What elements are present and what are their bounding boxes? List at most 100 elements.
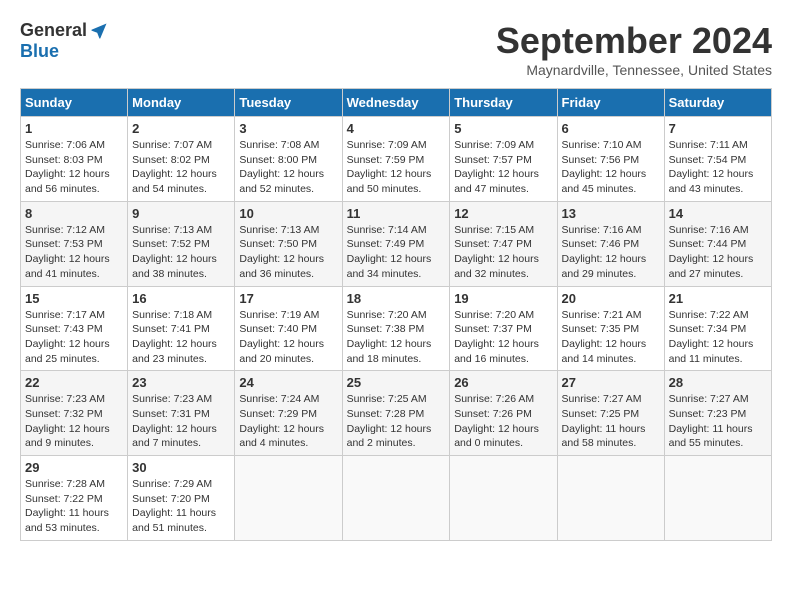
calendar-cell: 13 Sunrise: 7:16 AMSunset: 7:46 PMDayligh… [557, 201, 664, 286]
calendar-week-row: 15 Sunrise: 7:17 AMSunset: 7:43 PMDayligh… [21, 286, 772, 371]
day-number: 11 [347, 206, 446, 221]
calendar-week-row: 29 Sunrise: 7:28 AMSunset: 7:22 PMDayligh… [21, 456, 772, 541]
calendar-cell: 6Sunrise: 7:10 AMSunset: 7:56 PMDaylight… [557, 117, 664, 202]
day-info: Sunrise: 7:29 AMSunset: 7:20 PMDaylight:… [132, 477, 230, 536]
weekday-header-thursday: Thursday [450, 89, 557, 117]
calendar-cell [342, 456, 450, 541]
day-info: Sunrise: 7:20 AMSunset: 7:37 PMDaylight:… [454, 308, 552, 367]
calendar-cell: 11 Sunrise: 7:14 AMSunset: 7:49 PMDayligh… [342, 201, 450, 286]
day-number: 5 [454, 121, 552, 136]
calendar-cell: 3 Sunrise: 7:08 AMSunset: 8:00 PMDaylight… [235, 117, 342, 202]
calendar-cell: 30 Sunrise: 7:29 AMSunset: 7:20 PMDayligh… [128, 456, 235, 541]
day-info: Sunrise: 7:15 AMSunset: 7:47 PMDaylight:… [454, 223, 552, 282]
day-number: 13 [562, 206, 660, 221]
calendar-cell: 25Sunrise: 7:25 AMSunset: 7:28 PMDayligh… [342, 371, 450, 456]
day-number: 22 [25, 375, 123, 390]
day-info: Sunrise: 7:13 AMSunset: 7:52 PMDaylight:… [132, 223, 230, 282]
day-number: 3 [239, 121, 337, 136]
calendar-cell: 24 Sunrise: 7:24 AMSunset: 7:29 PMDayligh… [235, 371, 342, 456]
day-info: Sunrise: 7:13 AMSunset: 7:50 PMDaylight:… [239, 223, 337, 282]
day-number: 29 [25, 460, 123, 475]
calendar-week-row: 22 Sunrise: 7:23 AMSunset: 7:32 PMDayligh… [21, 371, 772, 456]
weekday-header-saturday: Saturday [664, 89, 771, 117]
day-number: 2 [132, 121, 230, 136]
day-info: Sunrise: 7:19 AMSunset: 7:40 PMDaylight:… [239, 308, 337, 367]
calendar-cell: 19 Sunrise: 7:20 AMSunset: 7:37 PMDayligh… [450, 286, 557, 371]
calendar-cell: 2Sunrise: 7:07 AMSunset: 8:02 PMDaylight… [128, 117, 235, 202]
calendar-cell: 12 Sunrise: 7:15 AMSunset: 7:47 PMDayligh… [450, 201, 557, 286]
calendar-cell: 21 Sunrise: 7:22 AMSunset: 7:34 PMDayligh… [664, 286, 771, 371]
location: Maynardville, Tennessee, United States [496, 62, 772, 78]
weekday-header-friday: Friday [557, 89, 664, 117]
day-info: Sunrise: 7:26 AMSunset: 7:26 PMDaylight:… [454, 392, 552, 451]
day-info: Sunrise: 7:09 AMSunset: 7:59 PMDaylight:… [347, 138, 446, 197]
day-number: 18 [347, 291, 446, 306]
calendar-cell: 16Sunrise: 7:18 AMSunset: 7:41 PMDayligh… [128, 286, 235, 371]
day-info: Sunrise: 7:17 AMSunset: 7:43 PMDaylight:… [25, 308, 123, 367]
day-info: Sunrise: 7:23 AMSunset: 7:32 PMDaylight:… [25, 392, 123, 451]
calendar-cell [450, 456, 557, 541]
logo: General Blue [20, 20, 109, 62]
calendar-cell: 5 Sunrise: 7:09 AMSunset: 7:57 PMDaylight… [450, 117, 557, 202]
day-number: 19 [454, 291, 552, 306]
calendar-cell: 1 Sunrise: 7:06 AMSunset: 8:03 PMDaylight… [21, 117, 128, 202]
calendar-cell: 18 Sunrise: 7:20 AMSunset: 7:38 PMDayligh… [342, 286, 450, 371]
weekday-header-sunday: Sunday [21, 89, 128, 117]
calendar-cell: 28 Sunrise: 7:27 AMSunset: 7:23 PMDayligh… [664, 371, 771, 456]
day-info: Sunrise: 7:23 AMSunset: 7:31 PMDaylight:… [132, 392, 230, 451]
day-info: Sunrise: 7:11 AMSunset: 7:54 PMDaylight:… [669, 138, 767, 197]
day-info: Sunrise: 7:18 AMSunset: 7:41 PMDaylight:… [132, 308, 230, 367]
calendar-week-row: 1 Sunrise: 7:06 AMSunset: 8:03 PMDaylight… [21, 117, 772, 202]
day-info: Sunrise: 7:21 AMSunset: 7:35 PMDaylight:… [562, 308, 660, 367]
day-info: Sunrise: 7:25 AMSunset: 7:28 PMDaylight:… [347, 392, 446, 451]
calendar-cell: 7Sunrise: 7:11 AMSunset: 7:54 PMDaylight… [664, 117, 771, 202]
page-header: General Blue September 2024 Maynardville… [20, 20, 772, 78]
day-number: 15 [25, 291, 123, 306]
month-title: September 2024 [496, 20, 772, 62]
day-number: 9 [132, 206, 230, 221]
logo-bird-icon [89, 21, 109, 41]
day-number: 17 [239, 291, 337, 306]
calendar-cell: 17 Sunrise: 7:19 AMSunset: 7:40 PMDayligh… [235, 286, 342, 371]
calendar-header: SundayMondayTuesdayWednesdayThursdayFrid… [21, 89, 772, 117]
day-info: Sunrise: 7:14 AMSunset: 7:49 PMDaylight:… [347, 223, 446, 282]
calendar-table: SundayMondayTuesdayWednesdayThursdayFrid… [20, 88, 772, 541]
day-number: 10 [239, 206, 337, 221]
day-info: Sunrise: 7:24 AMSunset: 7:29 PMDaylight:… [239, 392, 337, 451]
day-number: 28 [669, 375, 767, 390]
logo-general-text: General [20, 20, 87, 41]
calendar-cell: 10 Sunrise: 7:13 AMSunset: 7:50 PMDayligh… [235, 201, 342, 286]
calendar-cell: 23Sunrise: 7:23 AMSunset: 7:31 PMDayligh… [128, 371, 235, 456]
calendar-cell: 20Sunrise: 7:21 AMSunset: 7:35 PMDayligh… [557, 286, 664, 371]
calendar-cell [557, 456, 664, 541]
calendar-body: 1 Sunrise: 7:06 AMSunset: 8:03 PMDaylight… [21, 117, 772, 541]
day-number: 21 [669, 291, 767, 306]
day-info: Sunrise: 7:28 AMSunset: 7:22 PMDaylight:… [25, 477, 123, 536]
day-number: 1 [25, 121, 123, 136]
day-info: Sunrise: 7:16 AMSunset: 7:46 PMDaylight:… [562, 223, 660, 282]
calendar-cell: 8 Sunrise: 7:12 AMSunset: 7:53 PMDaylight… [21, 201, 128, 286]
day-info: Sunrise: 7:08 AMSunset: 8:00 PMDaylight:… [239, 138, 337, 197]
day-number: 27 [562, 375, 660, 390]
day-number: 14 [669, 206, 767, 221]
title-section: September 2024 Maynardville, Tennessee, … [496, 20, 772, 78]
calendar-cell: 15 Sunrise: 7:17 AMSunset: 7:43 PMDayligh… [21, 286, 128, 371]
day-number: 24 [239, 375, 337, 390]
day-info: Sunrise: 7:16 AMSunset: 7:44 PMDaylight:… [669, 223, 767, 282]
day-info: Sunrise: 7:22 AMSunset: 7:34 PMDaylight:… [669, 308, 767, 367]
day-info: Sunrise: 7:20 AMSunset: 7:38 PMDaylight:… [347, 308, 446, 367]
day-info: Sunrise: 7:09 AMSunset: 7:57 PMDaylight:… [454, 138, 552, 197]
day-number: 30 [132, 460, 230, 475]
day-info: Sunrise: 7:27 AMSunset: 7:23 PMDaylight:… [669, 392, 767, 451]
day-info: Sunrise: 7:06 AMSunset: 8:03 PMDaylight:… [25, 138, 123, 197]
calendar-cell [664, 456, 771, 541]
weekday-header-tuesday: Tuesday [235, 89, 342, 117]
calendar-cell [235, 456, 342, 541]
day-info: Sunrise: 7:12 AMSunset: 7:53 PMDaylight:… [25, 223, 123, 282]
weekday-header-row: SundayMondayTuesdayWednesdayThursdayFrid… [21, 89, 772, 117]
day-number: 8 [25, 206, 123, 221]
day-number: 12 [454, 206, 552, 221]
calendar-cell: 27 Sunrise: 7:27 AMSunset: 7:25 PMDayligh… [557, 371, 664, 456]
day-info: Sunrise: 7:27 AMSunset: 7:25 PMDaylight:… [562, 392, 660, 451]
logo-blue-text: Blue [20, 41, 59, 62]
